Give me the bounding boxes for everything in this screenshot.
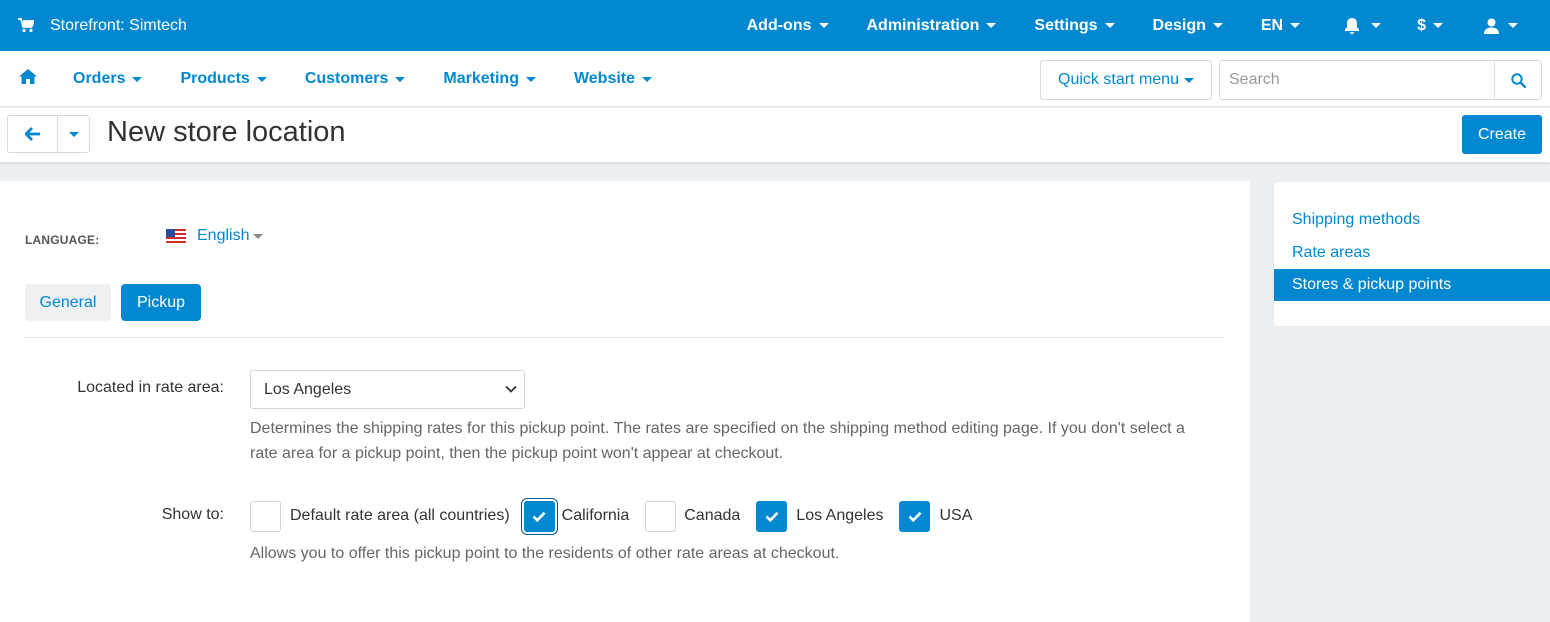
checkbox-los-angeles-label[interactable]: Los Angeles <box>796 507 883 525</box>
nav-customers[interactable]: Customers <box>305 70 406 88</box>
chevron-down-icon <box>1290 23 1301 28</box>
storefront-label: Storefront: Simtech <box>50 16 187 34</box>
bell-icon <box>1345 18 1360 34</box>
title-bar: New store location Create <box>0 108 1550 162</box>
chevron-down-icon <box>395 76 406 82</box>
nav-products[interactable]: Products <box>180 70 267 88</box>
topnav-settings-label: Settings <box>1034 16 1098 34</box>
nav-marketing-label: Marketing <box>443 70 519 87</box>
topnav-design[interactable]: Design <box>1153 17 1223 35</box>
rate-area-select[interactable]: Los Angeles <box>250 370 525 409</box>
topnav-currency[interactable]: $ <box>1417 17 1443 35</box>
search-box <box>1219 60 1542 100</box>
checkbox-california[interactable] <box>523 500 555 532</box>
checkbox-usa-label[interactable]: USA <box>939 507 972 525</box>
topnav-language-label: EN <box>1260 16 1284 34</box>
us-flag-icon <box>166 229 186 243</box>
topnav-addons-label: Add-ons <box>746 16 812 34</box>
rate-area-help-line-2: rate area for a pickup point, then the p… <box>250 445 784 462</box>
user-icon <box>1484 18 1499 34</box>
tab-pickup[interactable]: Pickup <box>121 284 201 321</box>
quick-start-menu-button[interactable]: Quick start menu <box>1040 60 1212 100</box>
topnav-user[interactable] <box>1484 18 1518 34</box>
language-selector[interactable]: English <box>166 227 264 245</box>
checkbox-usa[interactable] <box>899 500 931 532</box>
nav-customers-label: Customers <box>304 70 389 87</box>
topnav-settings[interactable]: Settings <box>1034 16 1115 35</box>
nav-website[interactable]: Website <box>573 70 653 88</box>
top-bar: Storefront: Simtech Add-ons Administrati… <box>0 0 1550 51</box>
show-to-help: Allows you to offer this pickup point to… <box>250 545 840 562</box>
chevron-down-icon <box>505 385 517 393</box>
create-button[interactable]: Create <box>1462 115 1542 154</box>
nav-marketing[interactable]: Marketing <box>443 70 536 88</box>
nav-orders-label: Orders <box>73 70 126 87</box>
checkbox-default-rate-area[interactable] <box>250 500 281 532</box>
chevron-down-icon <box>1433 23 1443 28</box>
check-icon <box>765 511 779 522</box>
sidebar-item-stores-pickup-points[interactable]: Stores & pickup points <box>1274 269 1550 301</box>
chevron-down-icon <box>818 23 829 28</box>
divider <box>25 337 1225 338</box>
chevron-down-icon <box>1212 23 1223 28</box>
content-panel: LANGUAGE: English General Pickup Located… <box>0 181 1250 622</box>
rate-area-help-line-1: Determines the shipping rates for this p… <box>250 420 1185 437</box>
storefront-switcher[interactable]: Storefront: Simtech <box>18 0 187 51</box>
back-dropdown-button[interactable] <box>58 116 89 152</box>
topnav-currency-label: $ <box>1417 16 1426 34</box>
chevron-down-icon <box>986 23 997 28</box>
search-button[interactable] <box>1494 61 1541 99</box>
checkbox-canada[interactable] <box>645 500 677 532</box>
search-input[interactable] <box>1220 61 1494 99</box>
rate-area-value: Los Angeles <box>264 380 352 398</box>
topnav-notifications[interactable] <box>1344 17 1382 34</box>
chevron-down-icon <box>525 76 536 82</box>
chevron-down-icon <box>1104 23 1115 28</box>
chevron-down-icon <box>253 233 264 239</box>
show-to-options: Default rate area (all countries) Califo… <box>250 499 988 533</box>
nav-products-label: Products <box>180 70 250 87</box>
top-nav: Add-ons Administration Settings Design E… <box>747 0 1550 51</box>
quick-start-label: Quick start menu <box>1058 71 1179 88</box>
tab-bar: General Pickup <box>25 284 201 321</box>
sidebar-item-shipping-methods[interactable]: Shipping methods <box>1274 204 1550 236</box>
checkbox-default-rate-area-label[interactable]: Default rate area (all countries) <box>290 507 510 525</box>
chevron-down-icon <box>642 76 653 82</box>
nav-orders[interactable]: Orders <box>73 70 143 88</box>
language-value: English <box>197 227 250 244</box>
back-button-group <box>7 115 90 153</box>
check-icon <box>908 511 922 522</box>
main-nav: Orders Products Customers Marketing Webs… <box>73 51 690 107</box>
page-title: New store location <box>107 116 346 148</box>
home-icon <box>19 69 37 84</box>
cart-icon <box>18 18 34 33</box>
check-icon <box>532 511 546 522</box>
back-button[interactable] <box>8 116 58 152</box>
topnav-language[interactable]: EN <box>1260 16 1301 35</box>
topnav-addons[interactable]: Add-ons <box>747 17 829 35</box>
search-icon <box>1510 72 1526 88</box>
chevron-down-icon <box>1183 77 1194 83</box>
main-nav-bar: Orders Products Customers Marketing Webs… <box>0 51 1550 107</box>
chevron-down-icon <box>132 76 143 82</box>
chevron-down-icon <box>256 76 267 82</box>
chevron-down-icon <box>1508 23 1518 28</box>
checkbox-california-label[interactable]: California <box>562 507 630 525</box>
language-label: LANGUAGE: <box>25 233 100 247</box>
checkbox-los-angeles[interactable] <box>756 500 788 532</box>
nav-website-label: Website <box>573 70 636 87</box>
tab-general[interactable]: General <box>25 284 111 321</box>
chevron-down-icon <box>68 131 79 137</box>
rate-area-label: Located in rate area: <box>77 379 224 396</box>
home-button[interactable] <box>19 69 37 89</box>
sidebar-item-rate-areas[interactable]: Rate areas <box>1274 237 1550 269</box>
chevron-down-icon <box>1371 23 1382 28</box>
topnav-administration[interactable]: Administration <box>867 17 997 35</box>
checkbox-canada-label[interactable]: Canada <box>684 507 740 525</box>
arrow-left-icon <box>24 127 40 141</box>
topnav-administration-label: Administration <box>866 16 980 34</box>
sidebar: Shipping methods Rate areas Stores & pic… <box>1273 181 1550 327</box>
topnav-design-label: Design <box>1152 16 1206 34</box>
show-to-label: Show to: <box>161 506 224 523</box>
